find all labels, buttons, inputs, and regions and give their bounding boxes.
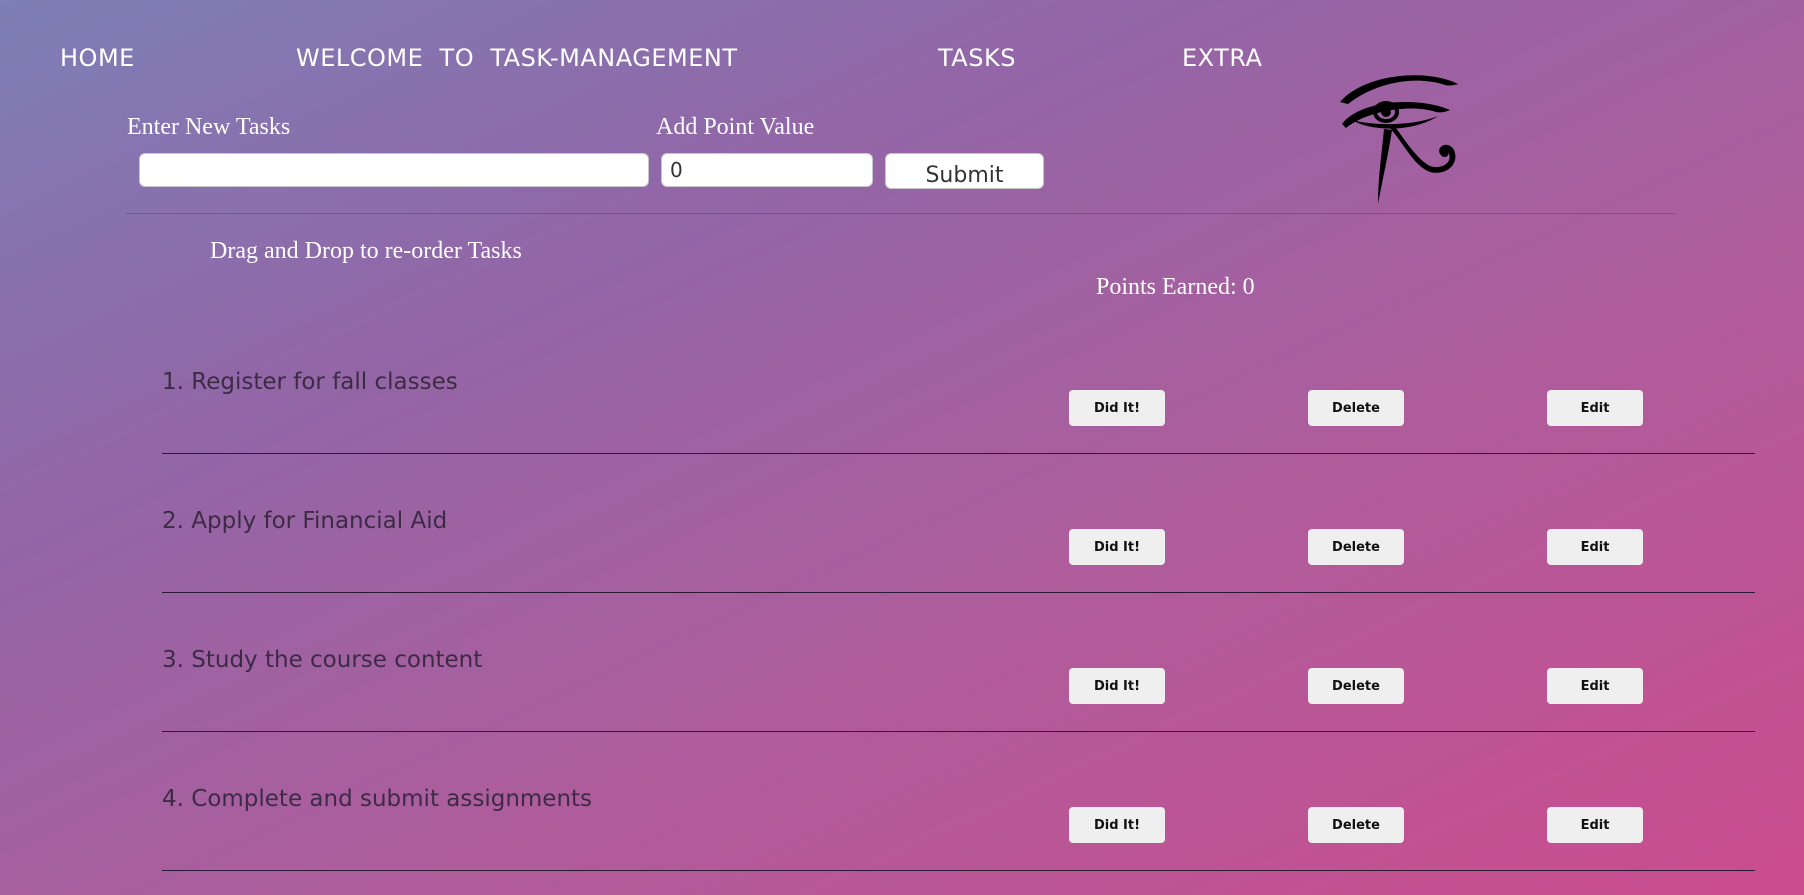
task-text: 4. Complete and submit assignments xyxy=(162,786,593,812)
did-it-button[interactable]: Did It! xyxy=(1069,668,1165,704)
task-row[interactable]: 4. Complete and submit assignments Did I… xyxy=(162,732,1755,871)
nav-tasks-link[interactable]: TASKS xyxy=(938,44,1016,72)
task-row[interactable]: 1. Register for fall classes Did It! Del… xyxy=(162,315,1755,454)
task-row[interactable]: 2. Apply for Financial Aid Did It! Delet… xyxy=(162,454,1755,593)
points-input[interactable] xyxy=(661,153,873,187)
did-it-button[interactable]: Did It! xyxy=(1069,529,1165,565)
delete-button[interactable]: Delete xyxy=(1308,390,1404,426)
nav-home-link[interactable]: HOME xyxy=(60,44,135,72)
task-row[interactable]: 3. Study the course content Did It! Dele… xyxy=(162,593,1755,732)
did-it-button[interactable]: Did It! xyxy=(1069,390,1165,426)
task-input[interactable] xyxy=(139,153,649,187)
task-text: 3. Study the course content xyxy=(162,647,483,673)
task-list: 1. Register for fall classes Did It! Del… xyxy=(162,315,1755,871)
submit-button[interactable]: Submit xyxy=(885,153,1044,189)
nav-welcome-title: WELCOME TO TASK-MANAGEMENT xyxy=(296,44,738,72)
delete-button[interactable]: Delete xyxy=(1308,668,1404,704)
nav-extra-link[interactable]: EXTRA xyxy=(1182,44,1262,72)
edit-button[interactable]: Edit xyxy=(1547,529,1643,565)
did-it-button[interactable]: Did It! xyxy=(1069,807,1165,843)
delete-button[interactable]: Delete xyxy=(1308,529,1404,565)
task-text: 2. Apply for Financial Aid xyxy=(162,508,448,534)
edit-button[interactable]: Edit xyxy=(1547,668,1643,704)
drag-instructions: Drag and Drop to re-order Tasks xyxy=(210,238,522,264)
edit-button[interactable]: Edit xyxy=(1547,390,1643,426)
points-input-label: Add Point Value xyxy=(656,114,815,140)
points-earned: Points Earned: 0 xyxy=(1096,274,1255,300)
form-divider xyxy=(126,213,1676,214)
delete-button[interactable]: Delete xyxy=(1308,807,1404,843)
eye-of-ra-icon xyxy=(1340,75,1458,204)
edit-button[interactable]: Edit xyxy=(1547,807,1643,843)
task-input-label: Enter New Tasks xyxy=(127,114,291,140)
task-text: 1. Register for fall classes xyxy=(162,369,458,395)
